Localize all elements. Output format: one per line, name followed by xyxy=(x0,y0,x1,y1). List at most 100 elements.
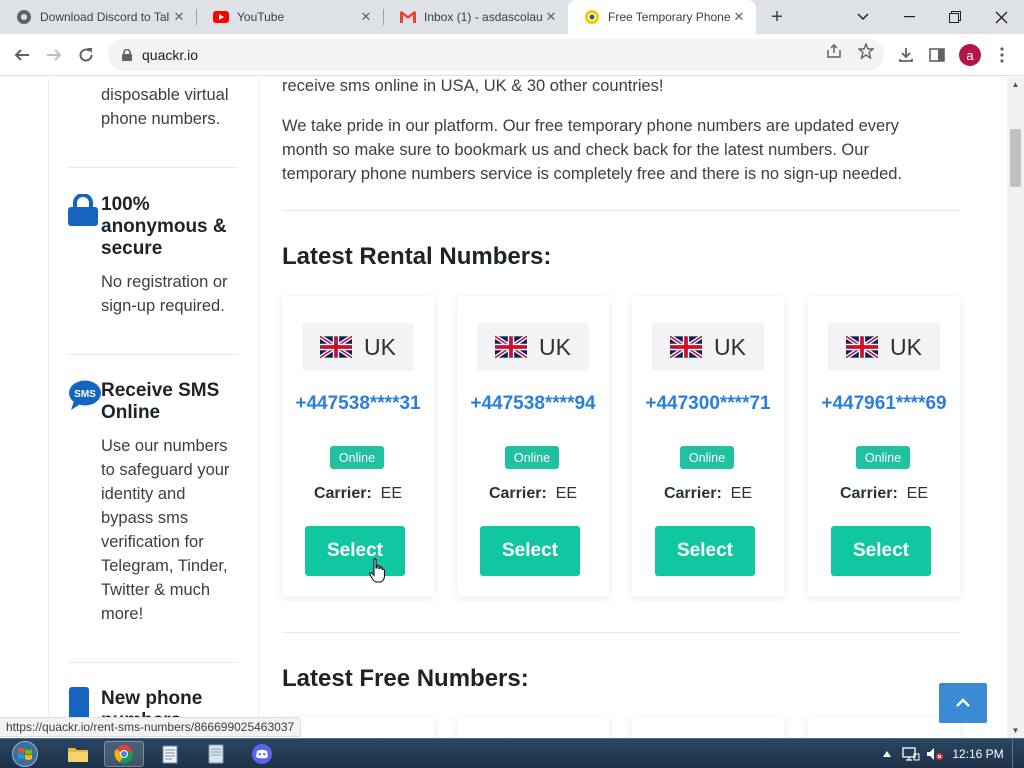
feature-title: 100% anonymous & secure xyxy=(101,194,227,259)
carrier-label: Carrier: xyxy=(313,485,372,502)
profile-initial: a xyxy=(966,47,974,63)
windows-taskbar: 12:16 PM xyxy=(0,738,1024,768)
network-icon[interactable] xyxy=(900,739,922,768)
taskbar-discord[interactable] xyxy=(242,741,282,767)
minimize-button[interactable] xyxy=(886,0,932,34)
carrier-label: Carrier: xyxy=(488,485,547,502)
youtube-icon xyxy=(213,9,229,25)
carrier-info: Carrier: EE xyxy=(282,485,434,503)
bookmark-star-icon[interactable] xyxy=(857,42,875,60)
feature-title: Receive SMS Online xyxy=(101,380,220,423)
new-tab-button[interactable]: + xyxy=(764,5,790,29)
country-badge: UK xyxy=(828,323,940,371)
divider xyxy=(282,210,960,211)
tab-discord[interactable]: Download Discord to Talk ✕ xyxy=(0,0,196,34)
hand-cursor-icon xyxy=(369,558,385,583)
taskbar-notepad[interactable] xyxy=(150,741,190,767)
scroll-down-arrow-icon[interactable]: ▼ xyxy=(1011,726,1020,735)
back-button[interactable] xyxy=(10,43,34,67)
svg-text:SMS: SMS xyxy=(74,389,96,400)
windows-logo-icon xyxy=(12,741,38,767)
triangle-up-icon xyxy=(883,751,891,757)
carrier-value: EE xyxy=(555,485,578,502)
features-sidebar: disposable virtual phone numbers. 100% a… xyxy=(48,77,259,738)
country-name: UK xyxy=(364,333,396,360)
scroll-up-arrow-icon[interactable]: ▲ xyxy=(1011,80,1020,89)
reload-button[interactable] xyxy=(74,43,98,67)
reload-icon xyxy=(79,48,93,62)
profile-avatar[interactable]: a xyxy=(959,44,981,66)
share-icon[interactable] xyxy=(825,42,843,60)
menu-icon[interactable] xyxy=(992,45,1012,65)
taskbar-chrome[interactable] xyxy=(104,741,144,767)
side-panel-icon[interactable] xyxy=(927,45,947,65)
free-number-card xyxy=(457,717,609,738)
download-icon[interactable] xyxy=(896,45,916,65)
show-hidden-icons-button[interactable] xyxy=(880,739,894,768)
intro-line: receive sms online in USA, UK & 30 other… xyxy=(282,77,664,95)
tab-search-button[interactable] xyxy=(840,0,886,34)
tab-title: YouTube xyxy=(237,10,285,24)
divider xyxy=(68,167,238,168)
file-icon xyxy=(208,744,224,764)
close-window-button[interactable] xyxy=(978,0,1024,34)
carrier-value: EE xyxy=(380,485,403,502)
address-bar[interactable]: quackr.io xyxy=(108,39,884,71)
divider xyxy=(68,354,238,355)
divider xyxy=(68,662,238,663)
start-button[interactable] xyxy=(8,740,42,768)
select-button[interactable]: Select xyxy=(831,526,931,576)
sidebar-intro-text: disposable virtual phone numbers. xyxy=(101,86,229,128)
tab-quackr[interactable]: Free Temporary Phone Numbers ✕ xyxy=(568,0,756,34)
select-button[interactable]: Select xyxy=(480,526,580,576)
carrier-label: Carrier: xyxy=(663,485,722,502)
close-tab-icon[interactable]: ✕ xyxy=(730,8,748,26)
scroll-to-top-button[interactable] xyxy=(939,683,987,723)
feature-text: Use our numbers to safeguard your identi… xyxy=(101,437,230,623)
restore-icon xyxy=(949,11,961,23)
volume-muted-icon[interactable] xyxy=(924,739,946,768)
carrier-value: EE xyxy=(906,485,929,502)
lock-icon xyxy=(68,193,100,226)
close-tab-icon[interactable]: ✕ xyxy=(542,8,560,26)
tab-strip: Download Discord to Talk ✕ YouTube ✕ Inb… xyxy=(0,0,1024,34)
taskbar-clock[interactable]: 12:16 PM xyxy=(948,739,1008,768)
phone-number: +447538****94 xyxy=(470,393,596,414)
url-text[interactable]: quackr.io xyxy=(142,47,198,63)
sms-bubble-icon: SMS xyxy=(68,380,101,412)
lock-icon[interactable] xyxy=(120,48,134,62)
vertical-scrollbar[interactable]: ▲ ▼ xyxy=(1007,77,1024,738)
pride-paragraph: We take pride in our platform. Our free … xyxy=(282,117,903,183)
taskbar-file[interactable] xyxy=(196,741,236,767)
tab-gmail[interactable]: Inbox (1) - asdascolaune ✕ xyxy=(384,0,568,34)
divider xyxy=(282,632,960,633)
chevron-up-icon xyxy=(956,698,970,707)
status-badge: Online xyxy=(856,446,910,469)
rental-number-card: UK +447300****71 Online Carrier: EE Sele… xyxy=(632,296,784,596)
free-number-card xyxy=(282,717,434,738)
tab-title: Inbox (1) - asdascolaune xyxy=(424,10,542,24)
taskbar-explorer[interactable] xyxy=(58,741,98,767)
browser-toolbar: quackr.io a xyxy=(0,34,1024,76)
quackr-icon xyxy=(584,9,600,25)
show-desktop-button[interactable] xyxy=(1012,739,1024,768)
rental-number-card: UK +447538****94 Online Carrier: EE Sele… xyxy=(457,296,609,596)
forward-button[interactable] xyxy=(42,43,66,67)
rental-number-card: UK +447961****69 Online Carrier: EE Sele… xyxy=(808,296,960,596)
arrow-left-icon xyxy=(14,49,29,61)
tab-youtube[interactable]: YouTube ✕ xyxy=(197,0,383,34)
close-tab-icon[interactable]: ✕ xyxy=(357,8,375,26)
close-tab-icon[interactable]: ✕ xyxy=(170,8,188,26)
chrome-icon xyxy=(16,9,32,25)
uk-flag-icon xyxy=(320,335,353,359)
scrollbar-thumb[interactable] xyxy=(1010,129,1021,187)
select-button[interactable]: Select xyxy=(305,526,405,576)
select-button[interactable]: Select xyxy=(655,526,755,576)
discord-icon xyxy=(252,744,272,764)
uk-flag-icon xyxy=(846,335,879,359)
carrier-info: Carrier: EE xyxy=(632,485,784,503)
restore-button[interactable] xyxy=(932,0,978,34)
gmail-icon xyxy=(400,9,416,25)
country-badge: UK xyxy=(302,323,414,371)
chevron-down-icon xyxy=(857,13,869,21)
